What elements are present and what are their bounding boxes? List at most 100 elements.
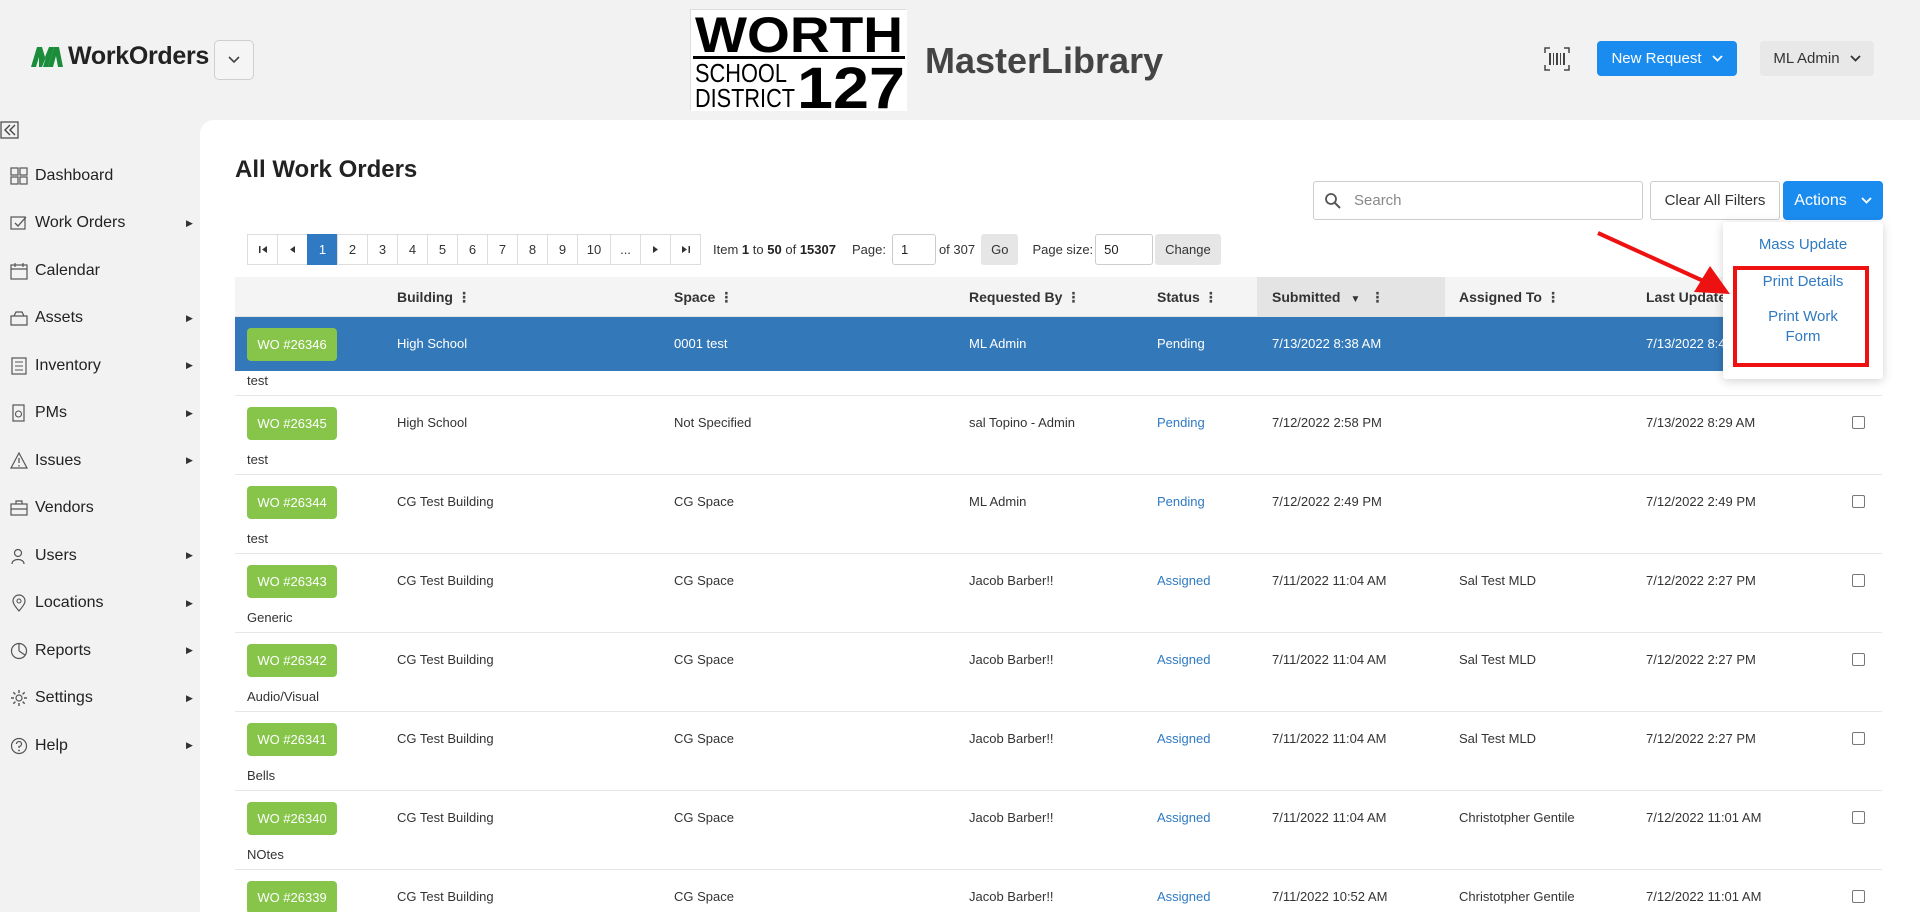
page-5-button[interactable]: 5	[427, 234, 458, 265]
sidebar-item-issues[interactable]: Issues ▶	[0, 437, 200, 485]
cell-building: High School	[397, 336, 468, 351]
column-assigned-to[interactable]: Assigned To ⋮	[1459, 277, 1560, 317]
page-10-button[interactable]: 10	[577, 234, 611, 265]
expand-arrow-icon[interactable]: ▶	[186, 408, 193, 419]
page-size-input[interactable]: 50	[1095, 234, 1154, 265]
cell-assigned-to: Sal Test MLD	[1459, 573, 1537, 588]
work-order-number-button[interactable]: WO #26339	[247, 881, 337, 912]
collapse-sidebar-icon[interactable]	[0, 120, 20, 140]
go-button[interactable]: Go	[981, 234, 1019, 265]
row-main: WO #26340 CG Test Building CG Space Jacob B…	[235, 791, 1882, 845]
cell-status[interactable]: Pending	[1157, 317, 1205, 371]
work-order-number-button[interactable]: WO #26342	[247, 644, 337, 677]
sidebar-item-users[interactable]: Users ▶	[0, 532, 200, 580]
prev-page-button[interactable]	[277, 234, 308, 265]
expand-arrow-icon[interactable]: ▶	[186, 645, 193, 656]
sidebar-item-reports[interactable]: Reports ▶	[0, 627, 200, 675]
cell-status[interactable]: Assigned	[1157, 554, 1210, 608]
page-2-button[interactable]: 2	[337, 234, 368, 265]
expand-arrow-icon[interactable]: ▶	[186, 693, 193, 704]
column-menu-icon[interactable]: ⋮	[1546, 289, 1560, 305]
expand-arrow-icon[interactable]: ▶	[186, 218, 193, 229]
cell-status[interactable]: Assigned	[1157, 791, 1210, 845]
page-8-button[interactable]: 8	[517, 234, 548, 265]
change-button[interactable]: Change	[1155, 234, 1221, 265]
row-checkbox[interactable]	[1852, 811, 1865, 824]
row-checkbox[interactable]	[1852, 416, 1865, 429]
clear-all-filters-button[interactable]: Clear All Filters	[1650, 181, 1780, 220]
column-requested-by[interactable]: Requested By ⋮	[969, 277, 1080, 317]
row-checkbox[interactable]	[1852, 495, 1865, 508]
last-page-button[interactable]	[670, 234, 701, 265]
app-switcher-button[interactable]	[214, 40, 254, 80]
sidebar-item-locations[interactable]: Locations ▶	[0, 580, 200, 628]
sidebar-item-help[interactable]: Help ▶	[0, 722, 200, 770]
cell-status[interactable]: Assigned	[1157, 712, 1210, 766]
next-page-button[interactable]	[640, 234, 671, 265]
more-pages-button[interactable]: ...	[610, 234, 641, 265]
column-building[interactable]: Building ⋮	[397, 277, 471, 317]
column-space[interactable]: Space ⋮	[674, 277, 733, 317]
column-menu-icon[interactable]: ⋮	[1204, 289, 1218, 305]
expand-arrow-icon[interactable]: ▶	[186, 313, 193, 324]
cell-status[interactable]: Assigned	[1157, 870, 1210, 912]
page-9-button[interactable]: 9	[547, 234, 578, 265]
page-7-button[interactable]: 7	[487, 234, 518, 265]
expand-arrow-icon[interactable]: ▶	[186, 455, 193, 466]
work-order-number-button[interactable]: WO #26346	[247, 328, 337, 361]
sidebar-item-assets[interactable]: Assets ▶	[0, 295, 200, 343]
work-order-number-button[interactable]: WO #26340	[247, 802, 337, 835]
work-order-number-button[interactable]: WO #26343	[247, 565, 337, 598]
brand[interactable]: WorkOrders	[30, 42, 209, 71]
sidebar-item-inventory[interactable]: Inventory ▶	[0, 342, 200, 390]
sidebar-item-settings[interactable]: Settings ▶	[0, 675, 200, 723]
cell-building: CG Test Building	[397, 652, 494, 667]
table-row[interactable]: WO #26340 CG Test Building CG Space Jacob B…	[235, 791, 1882, 870]
column-submitted[interactable]: Submitted ▼ ⋮	[1257, 277, 1445, 317]
page-4-button[interactable]: 4	[397, 234, 428, 265]
column-menu-icon[interactable]: ⋮	[1066, 289, 1080, 305]
table-row[interactable]: WO #26345 High School Not Specified sal Top…	[235, 396, 1882, 475]
row-checkbox[interactable]	[1852, 574, 1865, 587]
column-menu-icon[interactable]: ⋮	[1370, 289, 1384, 305]
chevron-down-icon	[1849, 55, 1861, 62]
page-number-input[interactable]: 1	[891, 234, 936, 265]
page-3-button[interactable]: 3	[367, 234, 398, 265]
user-menu-button[interactable]: ML Admin	[1760, 41, 1874, 76]
row-checkbox[interactable]	[1852, 732, 1865, 745]
new-request-button[interactable]: New Request	[1597, 41, 1737, 76]
barcode-scanner-icon[interactable]	[1544, 47, 1570, 71]
sidebar-item-calendar[interactable]: Calendar	[0, 247, 200, 295]
table-row[interactable]: WO #26339 CG Test Building CG Space Jacob B…	[235, 870, 1882, 912]
work-order-number-button[interactable]: WO #26345	[247, 407, 337, 440]
table-row[interactable]: WO #26343 CG Test Building CG Space Jacob B…	[235, 554, 1882, 633]
work-order-number-button[interactable]: WO #26341	[247, 723, 337, 756]
mass-update-item[interactable]: Mass Update	[1723, 235, 1883, 255]
column-menu-icon[interactable]: ⋮	[457, 289, 471, 305]
page-6-button[interactable]: 6	[457, 234, 488, 265]
first-page-button[interactable]	[247, 234, 278, 265]
expand-arrow-icon[interactable]: ▶	[186, 598, 193, 609]
row-checkbox[interactable]	[1852, 653, 1865, 666]
work-order-number-button[interactable]: WO #26344	[247, 486, 337, 519]
search-input[interactable]	[1354, 182, 1634, 219]
sidebar-item-pms[interactable]: PMs ▶	[0, 390, 200, 438]
column-status[interactable]: Status ⋮	[1157, 277, 1218, 317]
expand-arrow-icon[interactable]: ▶	[186, 740, 193, 751]
sidebar-item-dashboard[interactable]: Dashboard	[0, 152, 200, 200]
cell-status[interactable]: Assigned	[1157, 633, 1210, 687]
column-menu-icon[interactable]: ⋮	[719, 289, 733, 305]
expand-arrow-icon[interactable]: ▶	[186, 360, 193, 371]
cell-status[interactable]: Pending	[1157, 475, 1205, 529]
table-row[interactable]: WO #26346 High School 0001 test ML Admin Pen…	[235, 317, 1882, 396]
sidebar-item-vendors[interactable]: Vendors	[0, 485, 200, 533]
row-checkbox[interactable]	[1852, 890, 1865, 903]
cell-status[interactable]: Pending	[1157, 396, 1205, 450]
page-1-button[interactable]: 1	[307, 234, 338, 265]
expand-arrow-icon[interactable]: ▶	[186, 550, 193, 561]
sidebar-item-work-orders[interactable]: Work Orders ▶	[0, 200, 200, 248]
table-row[interactable]: WO #26341 CG Test Building CG Space Jacob B…	[235, 712, 1882, 791]
table-row[interactable]: WO #26344 CG Test Building CG Space ML Admi…	[235, 475, 1882, 554]
actions-button[interactable]: Actions	[1783, 181, 1883, 220]
table-row[interactable]: WO #26342 CG Test Building CG Space Jacob B…	[235, 633, 1882, 712]
